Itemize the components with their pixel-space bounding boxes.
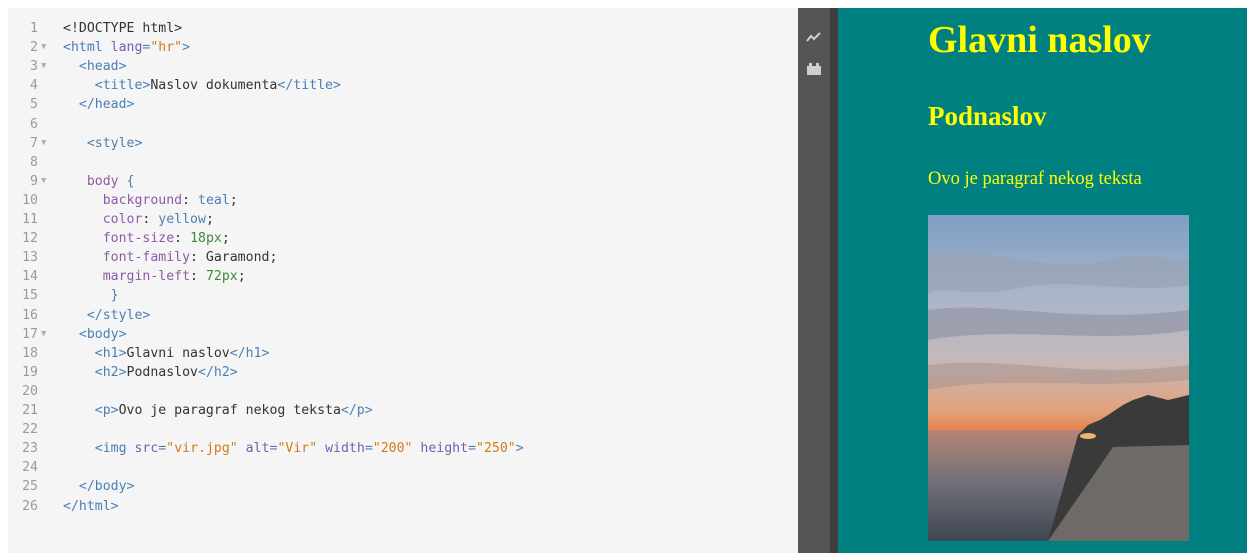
code-line[interactable]: 25 </body> xyxy=(8,477,798,496)
code-line[interactable]: 14 margin-left: 72px; xyxy=(8,267,798,286)
code-line[interactable]: 22 xyxy=(8,420,798,439)
preview-paragraph: Ovo je paragraf nekog teksta xyxy=(928,169,1142,189)
line-number: 6 xyxy=(30,116,38,132)
line-number: 3 xyxy=(30,59,38,75)
preview-heading-1: Glavni naslov xyxy=(928,19,1151,61)
code-line[interactable]: 9 ▼ body { xyxy=(8,172,798,191)
fold-toggle-icon[interactable]: ▼ xyxy=(41,172,53,191)
code-text: </head> xyxy=(78,97,135,113)
code-text: <head> xyxy=(78,59,127,75)
code-line[interactable]: 26 </html> xyxy=(8,497,798,516)
code-line[interactable]: 11 color: yellow; xyxy=(8,210,798,229)
code-text: color: yellow; xyxy=(102,212,214,227)
fold-toggle-icon[interactable]: ▼ xyxy=(41,325,53,344)
code-line[interactable]: 7 ▼ <style> xyxy=(8,134,798,153)
code-text: <!DOCTYPE html> xyxy=(63,21,183,36)
code-text: background: teal; xyxy=(102,192,238,208)
code-line[interactable]: 20 xyxy=(8,382,798,401)
code-text: margin-left: 72px; xyxy=(102,269,246,285)
code-line[interactable]: 15 } xyxy=(8,286,798,305)
code-line[interactable]: 16 </style> xyxy=(8,306,798,325)
line-number: 7 xyxy=(30,135,38,151)
line-number: 2 xyxy=(30,40,38,56)
line-number: 1 xyxy=(30,21,38,36)
line-number: 23 xyxy=(22,441,38,457)
line-number: 10 xyxy=(22,192,38,208)
editor-sidebar xyxy=(798,8,830,553)
line-number: 18 xyxy=(22,345,38,361)
code-text: <p>Ovo je paragraf nekog teksta</p> xyxy=(94,403,373,418)
plugin-block-icon[interactable] xyxy=(806,62,822,76)
code-line[interactable]: 3 ▼ <head> xyxy=(8,57,798,76)
code-line[interactable]: 1 <!DOCTYPE html> xyxy=(8,19,798,38)
code-line[interactable]: 8 xyxy=(8,153,798,172)
line-number: 22 xyxy=(22,422,38,438)
line-number: 12 xyxy=(22,231,38,247)
line-number: 9 xyxy=(30,173,38,189)
code-text: body { xyxy=(86,173,135,189)
code-text: <h1>Glavni naslov</h1> xyxy=(94,345,270,361)
preview-heading-2: Podnaslov xyxy=(928,101,1047,131)
fold-toggle-icon[interactable]: ▼ xyxy=(41,38,53,57)
code-line[interactable]: 6 xyxy=(8,115,798,134)
line-number: 13 xyxy=(22,250,38,266)
code-line[interactable]: 21 <p>Ovo je paragraf nekog teksta</p> xyxy=(8,401,798,420)
code-text: <h2>Podnaslov</h2> xyxy=(94,364,238,380)
line-number: 26 xyxy=(22,498,38,514)
code-line[interactable]: 10 background: teal; xyxy=(8,191,798,210)
fold-toggle-icon[interactable]: ▼ xyxy=(41,134,53,153)
line-number: 14 xyxy=(22,269,38,285)
preview-image xyxy=(928,215,1189,541)
code-line[interactable]: 18 <h1>Glavni naslov</h1> xyxy=(8,344,798,363)
line-number: 5 xyxy=(30,97,38,113)
line-number: 19 xyxy=(22,364,38,380)
activity-graph-icon[interactable] xyxy=(806,30,822,44)
code-text: font-size: 18px; xyxy=(102,231,230,247)
code-line[interactable]: 19 <h2>Podnaslov</h2> xyxy=(8,363,798,382)
code-text: } xyxy=(110,288,119,304)
preview-pane: Glavni naslov Podnaslov Ovo je paragraf … xyxy=(838,8,1247,553)
line-number: 25 xyxy=(22,479,38,495)
line-number: 15 xyxy=(22,288,38,304)
code-line[interactable]: 4 <title>Naslov dokumenta</title> xyxy=(8,76,798,95)
code-text: </body> xyxy=(78,479,135,495)
line-number: 21 xyxy=(22,403,38,418)
pane-divider[interactable] xyxy=(830,8,838,553)
code-line[interactable]: 12 font-size: 18px; xyxy=(8,229,798,248)
code-text: font-family: Garamond; xyxy=(102,250,278,266)
line-number: 20 xyxy=(22,383,38,399)
code-line[interactable]: 13 font-family: Garamond; xyxy=(8,248,798,267)
code-line[interactable]: 17 ▼ <body> xyxy=(8,325,798,344)
code-text: <html lang="hr"> xyxy=(63,40,191,56)
code-text: <style> xyxy=(86,135,143,151)
code-line[interactable]: 24 xyxy=(8,458,798,477)
line-number: 24 xyxy=(22,460,38,476)
line-number: 17 xyxy=(22,326,38,342)
code-line[interactable]: 5 </head> xyxy=(8,95,798,114)
line-number: 11 xyxy=(22,212,38,227)
code-text: </style> xyxy=(86,307,151,323)
code-text: <img src="vir.jpg" alt="Vir" width="200"… xyxy=(94,441,524,457)
code-line[interactable]: 2 ▼ <html lang="hr"> xyxy=(8,38,798,57)
line-number: 4 xyxy=(30,78,38,94)
code-text: </html> xyxy=(63,498,119,514)
line-number: 16 xyxy=(22,307,38,323)
code-text: <title>Naslov dokumenta</title> xyxy=(94,78,341,94)
line-number: 8 xyxy=(30,154,38,170)
code-text: <body> xyxy=(78,326,127,342)
code-line[interactable]: 23 <img src="vir.jpg" alt="Vir" width="2… xyxy=(8,439,798,458)
fold-toggle-icon[interactable]: ▼ xyxy=(41,57,53,76)
code-editor[interactable]: 1 <!DOCTYPE html> 2 ▼ <html lang="hr"> 3 ▼ <he… xyxy=(8,8,798,553)
